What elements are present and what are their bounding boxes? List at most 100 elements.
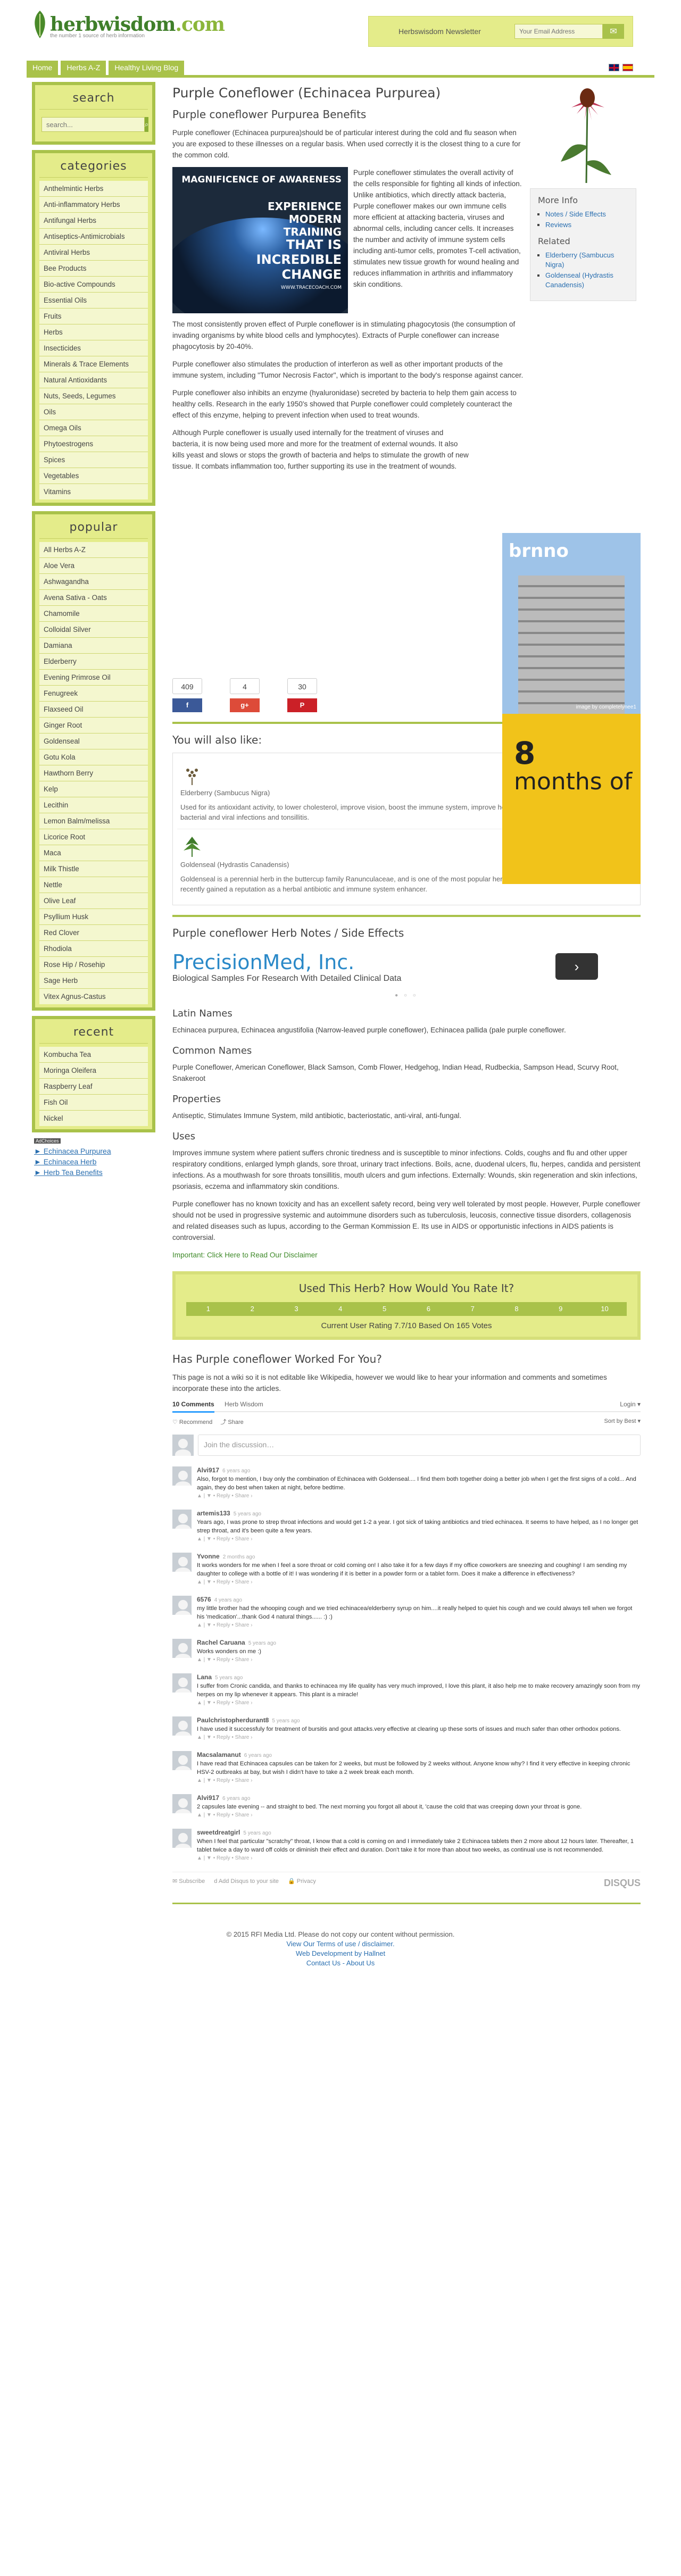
avatar[interactable] (172, 1673, 192, 1693)
ad-link-herb-tea[interactable]: ► Herb Tea Benefits (34, 1167, 153, 1178)
popular-item[interactable]: Ginger Root (39, 718, 148, 733)
nav-herbs-az[interactable]: Herbs A-Z (61, 61, 106, 75)
categories-item[interactable]: Antifungal Herbs (39, 213, 148, 229)
avatar[interactable] (172, 1553, 192, 1572)
ad-image-training[interactable]: MAGNIFICENCE OF AWARENESS EXPERIENCE MOD… (172, 167, 348, 313)
related-elderberry-link[interactable]: Elderberry (Sambucus Nigra) (545, 251, 614, 269)
share-link[interactable]: Share › (235, 1657, 253, 1663)
privacy-link[interactable]: 🔒 Privacy (288, 1878, 316, 1885)
popular-item[interactable]: Nettle (39, 877, 148, 893)
rating-option[interactable]: 10 (583, 1302, 627, 1316)
popular-item[interactable]: Licorice Root (39, 829, 148, 845)
share-link[interactable]: Share › (235, 1700, 253, 1706)
avatar[interactable] (172, 1794, 192, 1813)
popular-item[interactable]: Ashwagandha (39, 574, 148, 590)
rating-option[interactable]: 1 (186, 1302, 230, 1316)
avatar[interactable] (172, 1639, 192, 1658)
comment-input[interactable]: Join the discussion… (198, 1435, 641, 1456)
reply-link[interactable]: Reply (217, 1579, 230, 1585)
comment-author-name[interactable]: artemis133 (197, 1510, 230, 1517)
popular-item[interactable]: Colloidal Silver (39, 622, 148, 638)
popular-item[interactable]: Chamomile (39, 606, 148, 622)
share-link[interactable]: Share › (235, 1493, 253, 1499)
search-input[interactable] (41, 117, 145, 132)
share-pinterest-button[interactable]: P (287, 698, 317, 712)
categories-item[interactable]: Oils (39, 404, 148, 420)
categories-item[interactable]: Bee Products (39, 261, 148, 277)
newsletter-submit-button[interactable]: ✉ (603, 24, 624, 39)
ad-strip-precisionmed[interactable]: PrecisionMed, Inc. Biological Samples Fo… (172, 946, 641, 988)
popular-item[interactable]: Psyllium Husk (39, 909, 148, 925)
comment-author-name[interactable]: Lana (197, 1673, 212, 1681)
popular-item[interactable]: Maca (39, 845, 148, 861)
upvote-icon[interactable]: ▲ | ▼ • (197, 1579, 217, 1585)
popular-item[interactable]: Lemon Balm/melissa (39, 813, 148, 829)
tab-herb-wisdom[interactable]: Herb Wisdom (225, 1400, 263, 1408)
popular-item[interactable]: Damiana (39, 638, 148, 654)
rating-option[interactable]: 4 (318, 1302, 362, 1316)
reply-link[interactable]: Reply (217, 1855, 230, 1861)
categories-item[interactable]: Vegetables (39, 468, 148, 484)
categories-item[interactable]: Vitamins (39, 484, 148, 499)
upvote-icon[interactable]: ▲ | ▼ • (197, 1735, 217, 1740)
comment-time[interactable]: 6 years ago (222, 1796, 250, 1802)
share-link[interactable]: Share › (235, 1855, 253, 1861)
categories-item[interactable]: Nuts, Seeds, Legumes (39, 388, 148, 404)
comment-author-name[interactable]: sweetdreatgirl (197, 1829, 240, 1836)
popular-item[interactable]: Fenugreek (39, 686, 148, 702)
popular-item[interactable]: Hawthorn Berry (39, 765, 148, 781)
comment-author-name[interactable]: Rachel Caruana (197, 1639, 245, 1646)
recent-item[interactable]: Raspberry Leaf (39, 1079, 148, 1095)
categories-item[interactable]: Fruits (39, 309, 148, 324)
comment-time[interactable]: 5 years ago (243, 1830, 271, 1836)
categories-item[interactable]: Insecticides (39, 340, 148, 356)
recent-item[interactable]: Kombucha Tea (39, 1047, 148, 1063)
ad-link-echinacea-herb[interactable]: ► Echinacea Herb (34, 1156, 153, 1167)
dev-link[interactable]: Web Development by Hallnet (27, 1949, 654, 1958)
share-googleplus-button[interactable]: g+ (230, 698, 260, 712)
categories-item[interactable]: Antiseptics-Antimicrobials (39, 229, 148, 245)
categories-item[interactable]: Minerals & Trace Elements (39, 356, 148, 372)
popular-item[interactable]: Milk Thistle (39, 861, 148, 877)
ad-link-echinacea-purpurea[interactable]: ► Echinacea Purpurea (34, 1146, 153, 1156)
nav-home[interactable]: Home (27, 61, 59, 75)
reply-link[interactable]: Reply (217, 1493, 230, 1499)
popular-item[interactable]: Evening Primrose Oil (39, 670, 148, 686)
categories-item[interactable]: Antiviral Herbs (39, 245, 148, 261)
popular-item[interactable]: Vitex Agnus-Castus (39, 989, 148, 1004)
categories-item[interactable]: Anti-inflammatory Herbs (39, 197, 148, 213)
ad2-arrow-button[interactable]: › (555, 953, 598, 980)
popular-item[interactable]: Lecithin (39, 797, 148, 813)
upvote-icon[interactable]: ▲ | ▼ • (197, 1657, 217, 1663)
categories-item[interactable]: Natural Antioxidants (39, 372, 148, 388)
disqus-logo[interactable]: DISQUS (604, 1878, 641, 1889)
avatar[interactable] (172, 1829, 192, 1848)
avatar[interactable] (172, 1716, 192, 1736)
popular-item[interactable]: Sage Herb (39, 973, 148, 989)
share-link[interactable]: Share › (235, 1622, 253, 1628)
popular-item[interactable]: Flaxseed Oil (39, 702, 148, 718)
share-link[interactable]: Share › (235, 1735, 253, 1740)
rating-option[interactable]: 2 (230, 1302, 275, 1316)
reply-link[interactable]: Reply (217, 1622, 230, 1628)
categories-item[interactable]: Phytoestrogens (39, 436, 148, 452)
recent-item[interactable]: Nickel (39, 1111, 148, 1126)
search-icon[interactable]: ⌕ (145, 117, 149, 132)
ad-banner-vertical[interactable]: brnno image by completelynee1 8 months of (502, 533, 641, 884)
uk-flag-icon[interactable] (609, 64, 619, 71)
reply-link[interactable]: Reply (217, 1778, 230, 1783)
disclaimer-link[interactable]: Important: Click Here to Read Our Discla… (172, 1251, 318, 1259)
rating-option[interactable]: 9 (538, 1302, 583, 1316)
sort-dropdown[interactable]: Sort by Best ▾ (604, 1418, 641, 1426)
reply-link[interactable]: Reply (217, 1812, 230, 1818)
add-disqus-link[interactable]: d Add Disqus to your site (214, 1878, 279, 1885)
comment-author-name[interactable]: Paulchristopherdurant8 (197, 1716, 269, 1724)
subscribe-link[interactable]: ✉ Subscribe (172, 1878, 205, 1885)
rating-option[interactable]: 6 (406, 1302, 451, 1316)
share-link[interactable]: Share › (235, 1579, 253, 1585)
popular-item[interactable]: Avena Sativa - Oats (39, 590, 148, 606)
popular-item[interactable]: Kelp (39, 781, 148, 797)
newsletter-email-input[interactable] (514, 24, 603, 39)
related-goldenseal-link[interactable]: Goldenseal (Hydrastis Canadensis) (545, 271, 613, 289)
popular-item[interactable]: Elderberry (39, 654, 148, 670)
